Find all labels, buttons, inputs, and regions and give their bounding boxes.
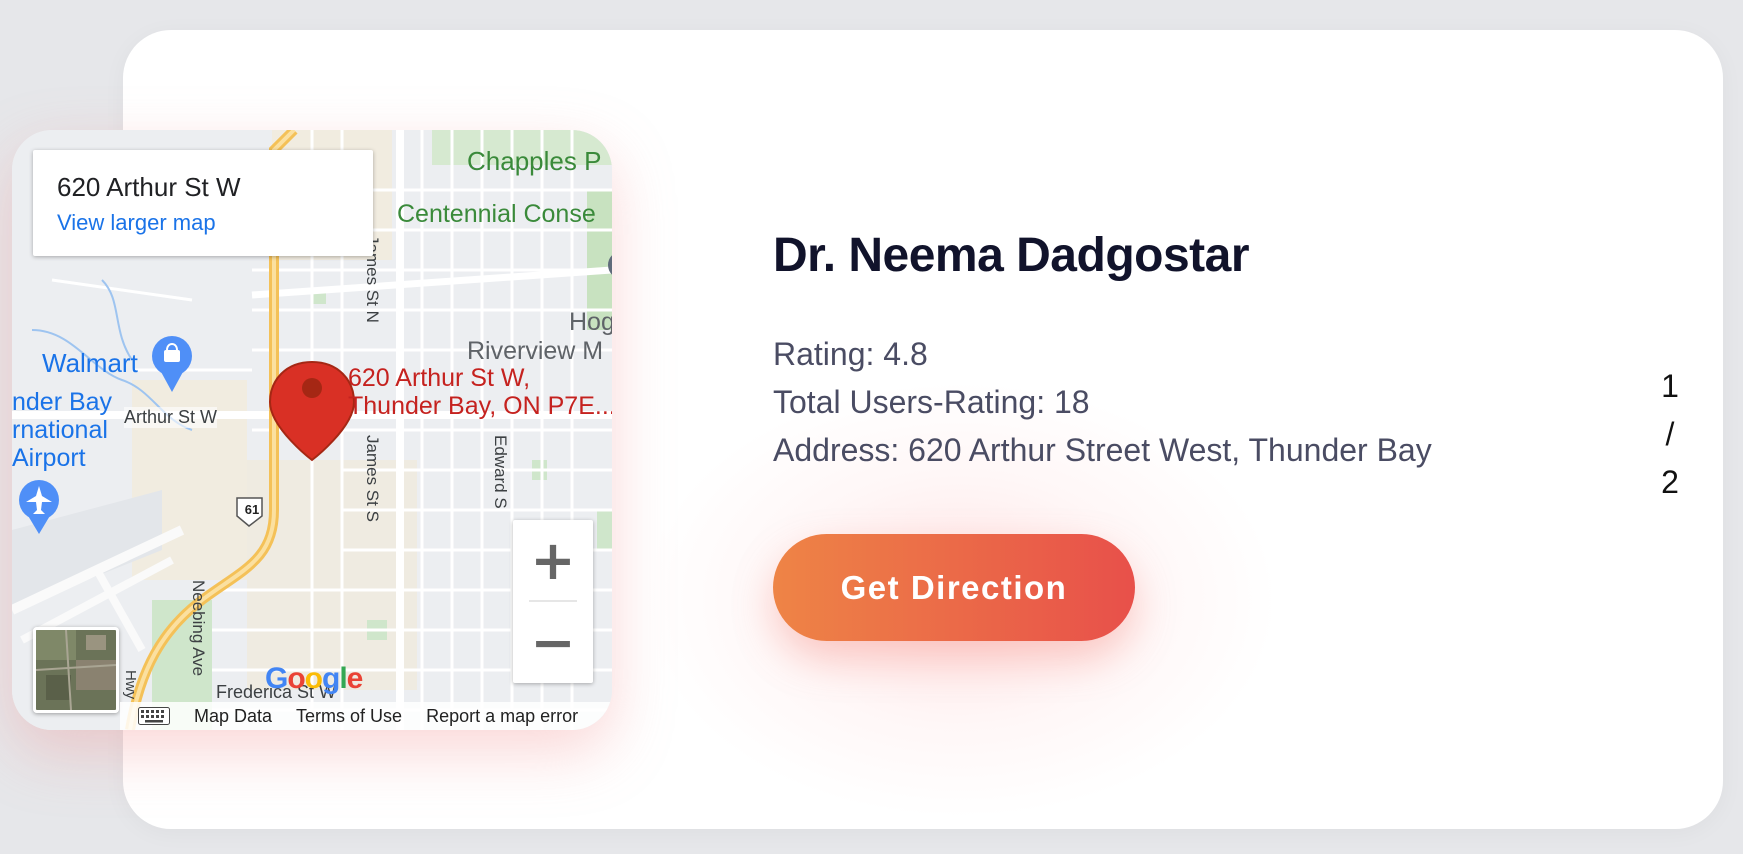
google-logo-letter: o	[304, 662, 323, 695]
zoom-controls: + −	[513, 520, 593, 683]
pager-separator: /	[1665, 416, 1675, 452]
map-embed[interactable]: Chapples P Centennial Conse Hog Rivervie…	[12, 130, 612, 730]
pager-current: 1	[1661, 368, 1679, 404]
poi-chapples[interactable]: Chapples P	[467, 146, 601, 177]
google-logo-letter: l	[339, 662, 347, 695]
marker-label-line1: 620 Arthur St W,	[348, 364, 531, 392]
pagination-indicator: 1 / 2	[1650, 362, 1690, 506]
satellite-thumbnail-icon	[36, 630, 116, 710]
doctor-name: Dr. Neema Dadgostar	[773, 229, 1250, 282]
poi-riverview[interactable]: Riverview M	[467, 337, 603, 366]
satellite-toggle-button[interactable]	[33, 627, 119, 713]
pager-total: 2	[1661, 464, 1679, 500]
place-title: 620 Arthur St W	[57, 172, 241, 202]
address-text: Address: 620 Arthur Street West, Thunder…	[773, 432, 1432, 468]
map-footer: Map Data Terms of Use Report a map error	[120, 702, 612, 730]
google-logo-letter: o	[287, 662, 305, 695]
zoom-in-button[interactable]: +	[513, 520, 593, 600]
report-map-error-link[interactable]: Report a map error	[426, 706, 578, 727]
place-info-card: 620 Arthur St W View larger map	[33, 150, 373, 256]
poi-airport[interactable]: nder Bay rnational Airport	[12, 388, 112, 472]
street-edward: Edward S	[491, 435, 510, 509]
street-arthur: Arthur St W	[124, 407, 218, 428]
poi-airport-line2: rnational	[12, 416, 108, 444]
street-neebing: Neebing Ave	[189, 580, 208, 677]
marker-label-line2: Thunder Bay, ON P7E...	[348, 392, 612, 420]
poi-airport-line3: Airport	[12, 444, 86, 472]
hwy-61-label: 61	[244, 502, 260, 517]
google-logo: Google	[265, 662, 364, 696]
google-logo-letter: g	[322, 662, 340, 695]
poi-hog[interactable]: Hog	[569, 308, 612, 337]
google-logo-letter: G	[265, 662, 288, 695]
view-larger-map-link[interactable]: View larger map	[57, 210, 216, 236]
poi-walmart[interactable]: Walmart	[42, 348, 138, 379]
map-data-link[interactable]: Map Data	[194, 706, 272, 727]
marker-label[interactable]: 620 Arthur St W, Thunder Bay, ON P7E...	[348, 364, 612, 420]
zoom-out-button[interactable]: −	[513, 602, 593, 682]
poi-airport-line1: nder Bay	[12, 388, 113, 416]
total-ratings-text: Total Users-Rating: 18	[773, 384, 1090, 420]
get-direction-button[interactable]: Get Direction	[773, 534, 1135, 641]
terms-of-use-link[interactable]: Terms of Use	[296, 706, 402, 727]
google-logo-letter: e	[346, 662, 364, 695]
street-james-s: James St S	[363, 435, 382, 522]
keyboard-icon[interactable]	[138, 707, 170, 725]
rating-text: Rating: 4.8	[773, 336, 928, 372]
poi-centennial[interactable]: Centennial Conse	[397, 200, 596, 229]
street-hwy-side: Hwy	[122, 670, 139, 700]
